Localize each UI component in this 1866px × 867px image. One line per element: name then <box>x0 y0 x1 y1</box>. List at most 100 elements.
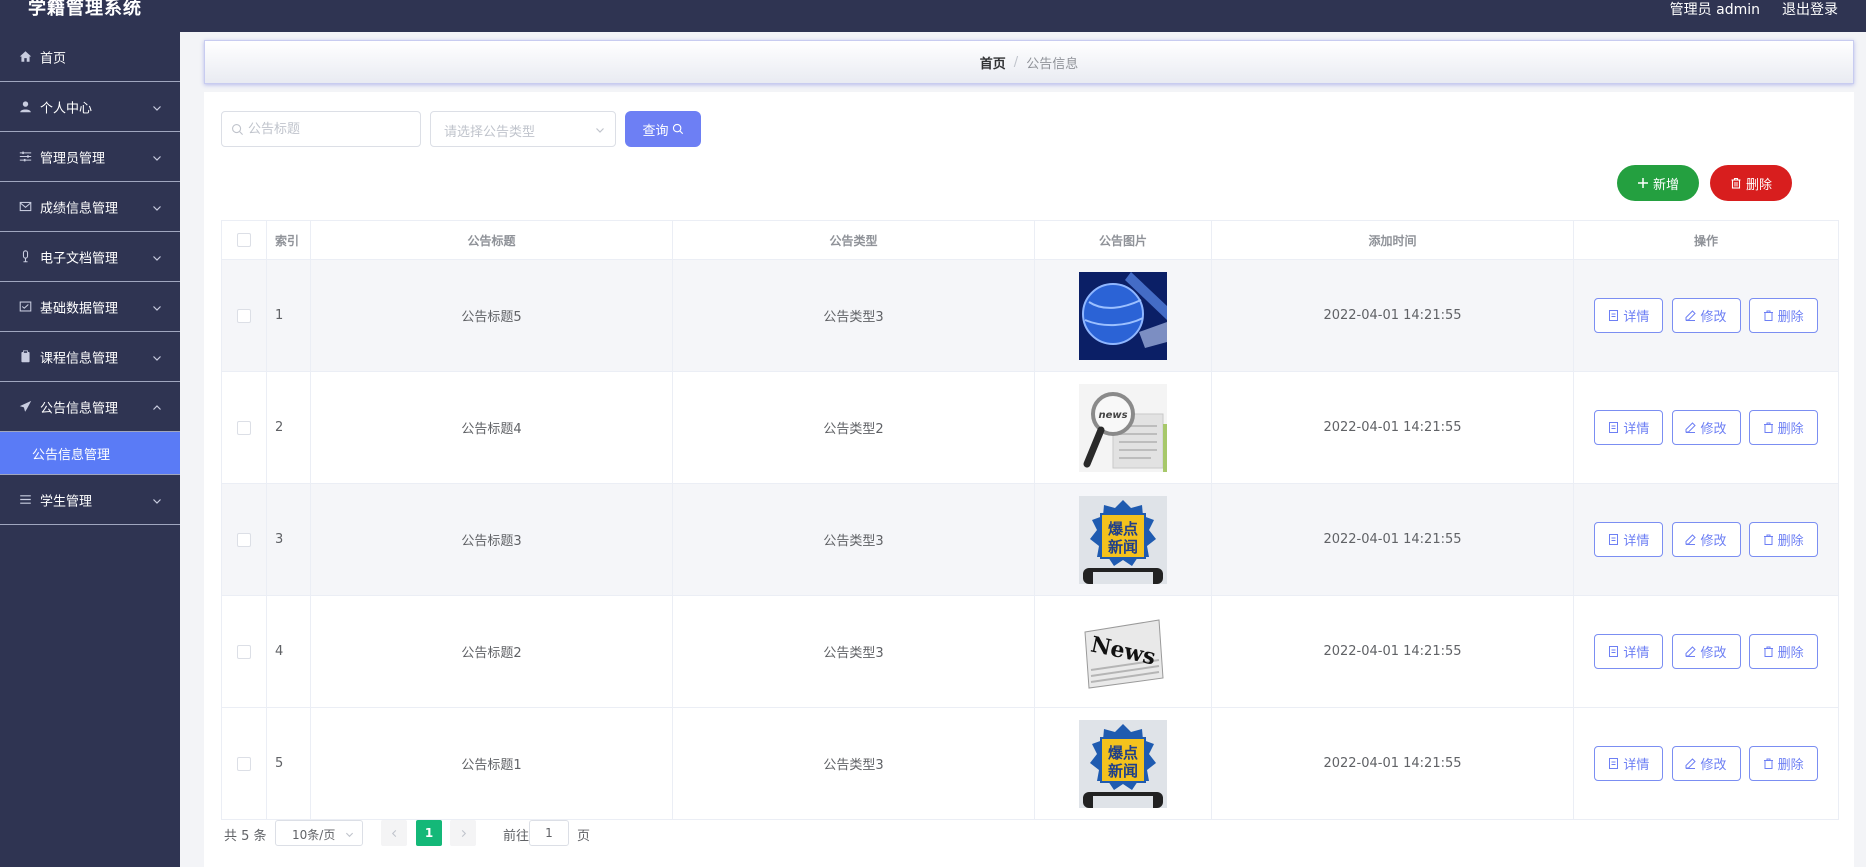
row-checkbox[interactable] <box>237 420 251 435</box>
batch-delete-button[interactable]: 删除 <box>1710 165 1792 201</box>
globe-news-image[interactable] <box>1079 271 1167 360</box>
chevron-down-icon <box>152 252 162 262</box>
row-checkbox[interactable] <box>237 532 251 547</box>
row-title: 公告标题2 <box>310 595 673 708</box>
breaking-news-image[interactable]: 爆点 新闻 <box>1079 719 1167 808</box>
document-icon <box>1609 758 1619 769</box>
edit-button[interactable]: 修改 <box>1671 522 1741 557</box>
sidebar-item-label: 首页 <box>40 51 67 66</box>
goto-label: 前往 <box>503 829 530 844</box>
sidebar-item-grade-management[interactable]: 成绩信息管理 <box>0 182 180 232</box>
query-button[interactable]: 查询 <box>625 111 701 147</box>
mail-icon <box>18 200 32 214</box>
table-header-row: 索引 公告标题 公告类型 公告图片 添加时间 操作 <box>221 220 1839 260</box>
document-icon <box>1609 310 1619 321</box>
row-index: 5 <box>266 707 311 820</box>
newspaper-image[interactable]: News <box>1079 607 1167 696</box>
chevron-left-icon <box>391 829 396 837</box>
row-image-cell: news <box>1034 371 1212 484</box>
sidebar-item-personal-center[interactable]: 个人中心 <box>0 82 180 132</box>
row-image-cell: News <box>1034 595 1212 708</box>
detail-button[interactable]: 详情 <box>1594 522 1664 557</box>
send-icon <box>18 400 32 414</box>
detail-button[interactable]: 详情 <box>1594 634 1664 669</box>
edit-button-label: 修改 <box>1700 646 1727 661</box>
table-row: 4 公告标题2 公告类型3 News 2022-04-01 14:21:55 详… <box>221 595 1839 708</box>
delete-button[interactable]: 删除 <box>1748 746 1818 781</box>
row-index: 2 <box>266 371 311 484</box>
edit-button[interactable]: 修改 <box>1671 410 1741 445</box>
edit-icon <box>1685 534 1697 545</box>
row-type: 公告类型3 <box>672 595 1035 708</box>
delete-button[interactable]: 删除 <box>1748 298 1818 333</box>
edit-button-label: 修改 <box>1700 422 1727 437</box>
image-text-news: news <box>1098 410 1127 421</box>
edit-icon <box>1685 758 1697 769</box>
row-checkbox[interactable] <box>237 308 251 323</box>
row-checkbox[interactable] <box>237 756 251 771</box>
edit-button[interactable]: 修改 <box>1671 746 1741 781</box>
prev-page-button[interactable] <box>381 820 407 846</box>
select-all-checkbox[interactable] <box>237 233 251 248</box>
edit-icon <box>1685 646 1697 657</box>
type-select[interactable]: 请选择公告类型 <box>430 111 616 147</box>
next-page-button[interactable] <box>450 820 476 846</box>
sidebar-item-admin-management[interactable]: 管理员管理 <box>0 132 180 182</box>
edit-button[interactable]: 修改 <box>1671 634 1741 669</box>
row-index: 1 <box>266 259 311 372</box>
app-title: 学籍管理系统 <box>28 0 142 19</box>
sidebar-item-home[interactable]: 首页 <box>0 32 180 82</box>
page-size-select[interactable]: 10条/页 <box>275 820 363 846</box>
logout-link[interactable]: 退出登录 <box>1782 0 1838 19</box>
sidebar-item-basic-data-management[interactable]: 基础数据管理 <box>0 282 180 332</box>
magnifier-news-image[interactable]: news <box>1079 383 1167 472</box>
detail-button[interactable]: 详情 <box>1594 298 1664 333</box>
table-row: 1 公告标题5 公告类型3 2022-04-01 14:21:55 详情 修改 … <box>221 259 1839 372</box>
user-label: 管理员 admin <box>1669 2 1760 18</box>
row-checkbox-cell <box>221 483 267 596</box>
add-button[interactable]: 新增 <box>1617 165 1699 201</box>
delete-button-label: 删除 <box>1777 646 1804 661</box>
detail-button-label: 详情 <box>1623 534 1650 549</box>
sidebar-item-document-management[interactable]: 电子文档管理 <box>0 232 180 282</box>
chevron-right-icon <box>461 829 466 837</box>
chevron-down-icon <box>345 832 354 838</box>
row-checkbox-cell <box>221 259 267 372</box>
submenu-item-announcement[interactable]: 公告信息管理 <box>0 432 180 475</box>
delete-button[interactable]: 删除 <box>1748 410 1818 445</box>
row-ops-cell: 详情 修改 删除 <box>1573 707 1839 820</box>
delete-button[interactable]: 删除 <box>1748 522 1818 557</box>
microphone-icon <box>18 250 32 264</box>
header-ops: 操作 <box>1573 220 1839 260</box>
delete-button-label: 删除 <box>1777 758 1804 773</box>
row-checkbox[interactable] <box>237 644 251 659</box>
row-index: 3 <box>266 483 311 596</box>
header-index: 索引 <box>266 220 311 260</box>
trash-icon <box>1763 310 1773 321</box>
title-search-field[interactable] <box>221 111 421 147</box>
breadcrumb-current: 公告信息 <box>1026 56 1079 72</box>
breadcrumb-home[interactable]: 首页 <box>980 53 1006 72</box>
delete-button-label: 删除 <box>1777 310 1804 325</box>
add-button-label: 新增 <box>1652 177 1679 193</box>
detail-button[interactable]: 详情 <box>1594 746 1664 781</box>
sidebar-item-announcement-management[interactable]: 公告信息管理 <box>0 382 180 432</box>
trash-icon <box>1763 758 1773 769</box>
detail-button[interactable]: 详情 <box>1594 410 1664 445</box>
delete-button[interactable]: 删除 <box>1748 634 1818 669</box>
row-type: 公告类型3 <box>672 483 1035 596</box>
chevron-down-icon <box>152 102 162 112</box>
top-bar: 学籍管理系统 管理员 admin 退出登录 <box>0 0 1866 32</box>
row-checkbox-cell <box>221 595 267 708</box>
edit-button[interactable]: 修改 <box>1671 298 1741 333</box>
row-time: 2022-04-01 14:21:55 <box>1211 259 1574 372</box>
sidebar-item-course-management[interactable]: 课程信息管理 <box>0 332 180 382</box>
page-suffix-label: 页 <box>577 829 591 844</box>
breaking-news-image[interactable]: 爆点 新闻 <box>1079 495 1167 584</box>
title-search-input[interactable] <box>248 112 418 146</box>
pagination-total: 共 5 条 <box>224 829 267 844</box>
sidebar-item-student-management[interactable]: 学生管理 <box>0 475 180 525</box>
page-number-current[interactable]: 1 <box>416 820 442 846</box>
header-time: 添加时间 <box>1211 220 1574 260</box>
goto-page-input[interactable] <box>529 820 569 846</box>
